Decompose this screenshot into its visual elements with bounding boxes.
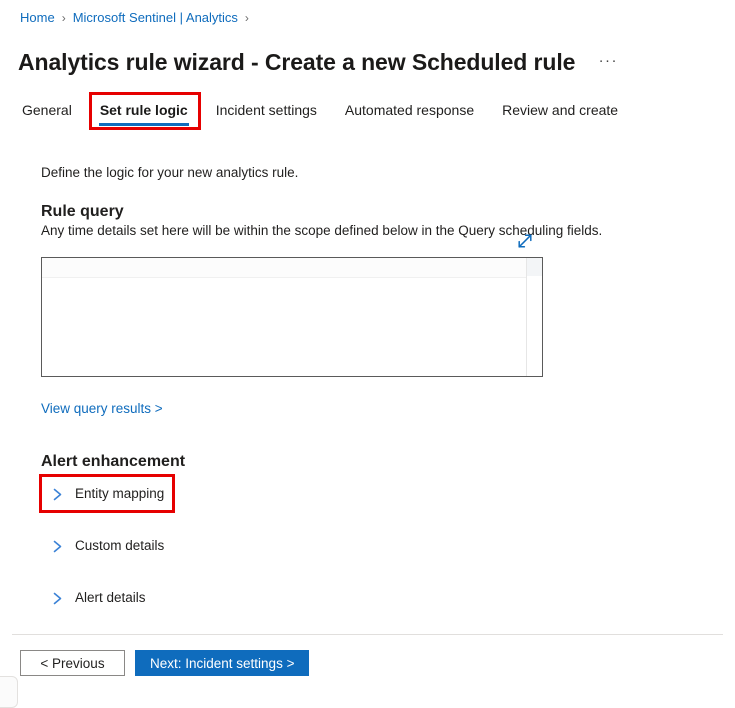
breadcrumb-item-microsoft-sentinel-analytics[interactable]: Microsoft Sentinel | Analytics	[73, 9, 238, 27]
chevron-right-icon	[46, 487, 68, 502]
tab-set-rule-logic-label: Set rule logic	[99, 102, 188, 118]
wizard-tablist: General Set rule logic Incident settings…	[20, 100, 632, 130]
tab-general[interactable]: General	[22, 100, 86, 130]
page-title-row: Analytics rule wizard - Create a new Sch…	[18, 34, 621, 92]
breadcrumb-separator-icon: ›	[61, 11, 66, 25]
expander-custom-details-label: Custom details	[75, 538, 165, 553]
rule-query-editor[interactable]	[41, 257, 543, 377]
tab-automated-response[interactable]: Automated response	[331, 100, 488, 130]
next-incident-settings-button[interactable]: Next: Incident settings >	[135, 650, 310, 676]
editor-scrollbar[interactable]	[526, 258, 542, 376]
tab-review-and-create[interactable]: Review and create	[488, 100, 632, 130]
rule-query-heading: Rule query	[41, 203, 124, 221]
breadcrumb-separator-icon: ›	[244, 11, 249, 25]
tab-incident-settings-label: Incident settings	[215, 102, 317, 118]
expand-diagonal-icon[interactable]	[513, 229, 537, 253]
tab-general-label: General	[22, 102, 72, 118]
footer-divider	[12, 634, 723, 635]
chevron-right-icon	[46, 539, 68, 554]
previous-button[interactable]: < Previous	[20, 650, 125, 676]
expander-custom-details[interactable]: Custom details	[46, 533, 164, 559]
tab-active-underline	[98, 123, 189, 126]
view-query-results-link[interactable]: View query results >	[41, 400, 163, 418]
expander-alert-details[interactable]: Alert details	[46, 585, 146, 611]
breadcrumb: Home › Microsoft Sentinel | Analytics ›	[20, 9, 256, 27]
query-input[interactable]	[42, 258, 527, 376]
more-options-icon[interactable]: ···	[595, 50, 621, 76]
tab-set-rule-logic[interactable]: Set rule logic	[86, 100, 202, 130]
expander-alert-details-label: Alert details	[75, 590, 146, 605]
editor-scrollbar-thumb[interactable]	[527, 258, 542, 276]
tab-automated-response-label: Automated response	[344, 102, 475, 118]
corner-partial-element	[0, 676, 18, 708]
page-intro-text: Define the logic for your new analytics …	[41, 164, 299, 180]
tab-review-and-create-label: Review and create	[502, 102, 619, 118]
tab-incident-settings[interactable]: Incident settings	[202, 100, 331, 130]
page-title: Analytics rule wizard - Create a new Sch…	[18, 49, 576, 76]
breadcrumb-item-home[interactable]: Home	[20, 9, 55, 27]
wizard-footer: < Previous Next: Incident settings >	[20, 650, 310, 676]
expander-entity-mapping[interactable]: Entity mapping	[46, 481, 164, 507]
alert-enhancement-heading: Alert enhancement	[41, 453, 186, 471]
expander-entity-mapping-label: Entity mapping	[75, 486, 165, 501]
chevron-right-icon	[46, 591, 68, 606]
